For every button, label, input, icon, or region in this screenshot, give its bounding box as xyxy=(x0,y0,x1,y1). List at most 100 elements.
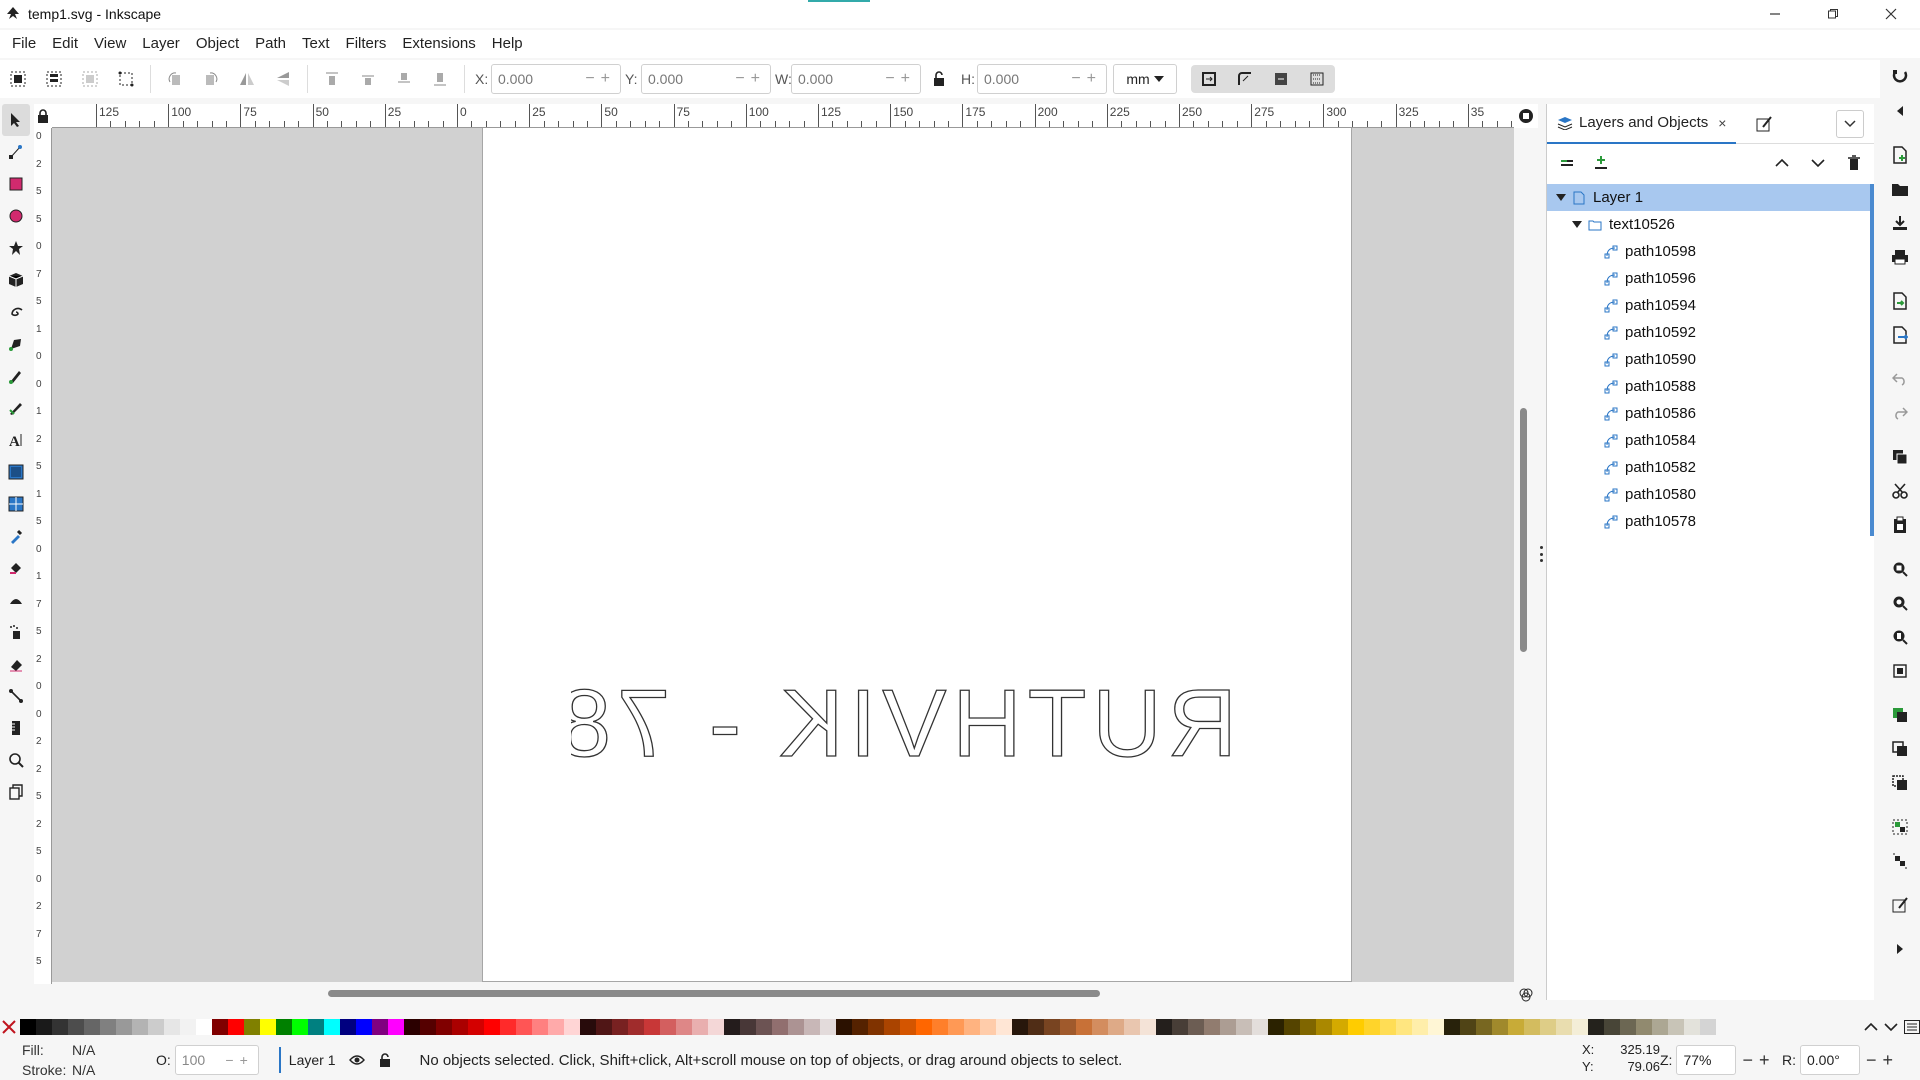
zoom-selection-icon[interactable] xyxy=(1884,552,1916,586)
color-swatch[interactable] xyxy=(868,1019,884,1035)
color-swatch[interactable] xyxy=(820,1019,836,1035)
duplicate-icon[interactable] xyxy=(1884,698,1916,732)
color-swatch[interactable] xyxy=(1204,1019,1220,1035)
color-swatch[interactable] xyxy=(804,1019,820,1035)
color-swatch[interactable] xyxy=(1620,1019,1636,1035)
x-stepper-icon[interactable]: −+ xyxy=(585,70,616,88)
spiral-tool-icon[interactable] xyxy=(2,296,30,328)
color-swatch[interactable] xyxy=(1156,1019,1172,1035)
select-all-layers-icon[interactable] xyxy=(40,65,68,93)
zoom-input[interactable]: 77% xyxy=(1676,1045,1737,1075)
color-swatch[interactable] xyxy=(548,1019,564,1035)
color-management-icon[interactable] xyxy=(1516,986,1536,1004)
undo-icon[interactable] xyxy=(1884,362,1916,396)
color-swatch[interactable] xyxy=(1588,1019,1604,1035)
color-swatch[interactable] xyxy=(756,1019,772,1035)
lower-icon[interactable] xyxy=(390,65,418,93)
transform-gradients-icon[interactable] xyxy=(1267,65,1295,93)
color-swatch[interactable] xyxy=(676,1019,692,1035)
color-swatch[interactable] xyxy=(1268,1019,1284,1035)
flip-horizontal-icon[interactable] xyxy=(233,65,261,93)
color-swatch[interactable] xyxy=(484,1019,500,1035)
color-swatch[interactable] xyxy=(468,1019,484,1035)
lock-ratio-icon[interactable] xyxy=(925,65,953,93)
color-swatch[interactable] xyxy=(532,1019,548,1035)
vertical-ruler[interactable]: 0 2 5 5 0 7 5 1 0 0 1 2 5 1 5 0 1 7 5 2 0 0 2 2 5 2 5 0 2 7 5 xyxy=(34,128,52,984)
tree-row-path[interactable]: path10586 xyxy=(1547,400,1874,427)
touch-select-icon[interactable] xyxy=(112,65,140,93)
color-swatch[interactable] xyxy=(964,1019,980,1035)
cut-icon[interactable] xyxy=(1884,474,1916,508)
color-swatch[interactable] xyxy=(228,1019,244,1035)
color-swatch[interactable] xyxy=(1092,1019,1108,1035)
dock-splitter[interactable] xyxy=(1538,546,1544,562)
layer-lock-icon[interactable] xyxy=(379,1053,391,1067)
minimize-icon[interactable] xyxy=(1746,0,1804,28)
color-swatch[interactable] xyxy=(452,1019,468,1035)
close-icon[interactable] xyxy=(1862,0,1920,28)
gradient-tool-icon[interactable] xyxy=(2,456,30,488)
guide-lock-icon[interactable] xyxy=(34,104,52,128)
color-swatch[interactable] xyxy=(1380,1019,1396,1035)
color-swatch[interactable] xyxy=(564,1019,580,1035)
color-swatch[interactable] xyxy=(516,1019,532,1035)
color-swatch[interactable] xyxy=(1700,1019,1716,1035)
tree-row-path[interactable]: path10590 xyxy=(1547,346,1874,373)
tree-row-path[interactable]: path10580 xyxy=(1547,481,1874,508)
color-swatch[interactable] xyxy=(308,1019,324,1035)
h-stepper-icon[interactable]: −+ xyxy=(1071,70,1102,88)
expand-triangle-icon[interactable] xyxy=(1569,220,1585,229)
color-swatch[interactable] xyxy=(164,1019,180,1035)
clone-icon[interactable] xyxy=(1884,732,1916,766)
color-swatch[interactable] xyxy=(1108,1019,1124,1035)
move-down-icon[interactable] xyxy=(1804,149,1832,177)
color-swatch[interactable] xyxy=(772,1019,788,1035)
pencil-tool-icon[interactable] xyxy=(2,360,30,392)
print-icon[interactable] xyxy=(1884,240,1916,274)
snap-menu-icon[interactable] xyxy=(1884,94,1916,128)
menu-file[interactable]: File xyxy=(4,30,44,58)
color-swatch[interactable] xyxy=(276,1019,292,1035)
menu-path[interactable]: Path xyxy=(247,30,294,58)
ungroup-icon[interactable] xyxy=(1884,844,1916,878)
color-swatch[interactable] xyxy=(900,1019,916,1035)
zoom-page-icon[interactable] xyxy=(1884,620,1916,654)
color-swatch[interactable] xyxy=(292,1019,308,1035)
scale-stroke-icon[interactable] xyxy=(1195,65,1223,93)
menu-filters[interactable]: Filters xyxy=(338,30,395,58)
tree-row-path[interactable]: path10594 xyxy=(1547,292,1874,319)
y-stepper-icon[interactable]: −+ xyxy=(735,70,766,88)
canvas-mirrored-text[interactable]: RUTHVIK - 789 xyxy=(571,676,1241,768)
tree-scrollbar[interactable] xyxy=(1870,184,1874,536)
color-swatch[interactable] xyxy=(1076,1019,1092,1035)
tab-close-icon[interactable]: × xyxy=(1718,115,1726,131)
color-swatch[interactable] xyxy=(612,1019,628,1035)
color-swatch[interactable] xyxy=(1684,1019,1700,1035)
color-swatch[interactable] xyxy=(436,1019,452,1035)
color-swatch[interactable] xyxy=(980,1019,996,1035)
color-swatch[interactable] xyxy=(84,1019,100,1035)
horizontal-scrollbar[interactable] xyxy=(328,990,1100,997)
color-swatch[interactable] xyxy=(884,1019,900,1035)
w-stepper-icon[interactable]: −+ xyxy=(885,70,916,88)
color-swatch[interactable] xyxy=(788,1019,804,1035)
paint-bucket-tool-icon[interactable] xyxy=(2,552,30,584)
tree-row-path[interactable]: path10584 xyxy=(1547,427,1874,454)
w-input[interactable]: 0.000 −+ xyxy=(791,64,921,94)
color-swatch[interactable] xyxy=(932,1019,948,1035)
3d-box-tool-icon[interactable] xyxy=(2,264,30,296)
x-input[interactable]: 0.000 −+ xyxy=(491,64,621,94)
rotation-input[interactable]: 0.00° xyxy=(1800,1045,1860,1075)
restore-icon[interactable] xyxy=(1804,0,1862,28)
color-swatch[interactable] xyxy=(116,1019,132,1035)
color-swatch[interactable] xyxy=(1140,1019,1156,1035)
color-swatch[interactable] xyxy=(836,1019,852,1035)
import-icon[interactable] xyxy=(1884,284,1916,318)
color-swatch[interactable] xyxy=(852,1019,868,1035)
menu-view[interactable]: View xyxy=(86,30,134,58)
color-swatch[interactable] xyxy=(1124,1019,1140,1035)
snap-toggle-icon[interactable] xyxy=(1884,60,1916,94)
color-swatch[interactable] xyxy=(1364,1019,1380,1035)
fill-and-stroke-icon[interactable] xyxy=(1884,888,1916,922)
color-swatch[interactable] xyxy=(68,1019,84,1035)
